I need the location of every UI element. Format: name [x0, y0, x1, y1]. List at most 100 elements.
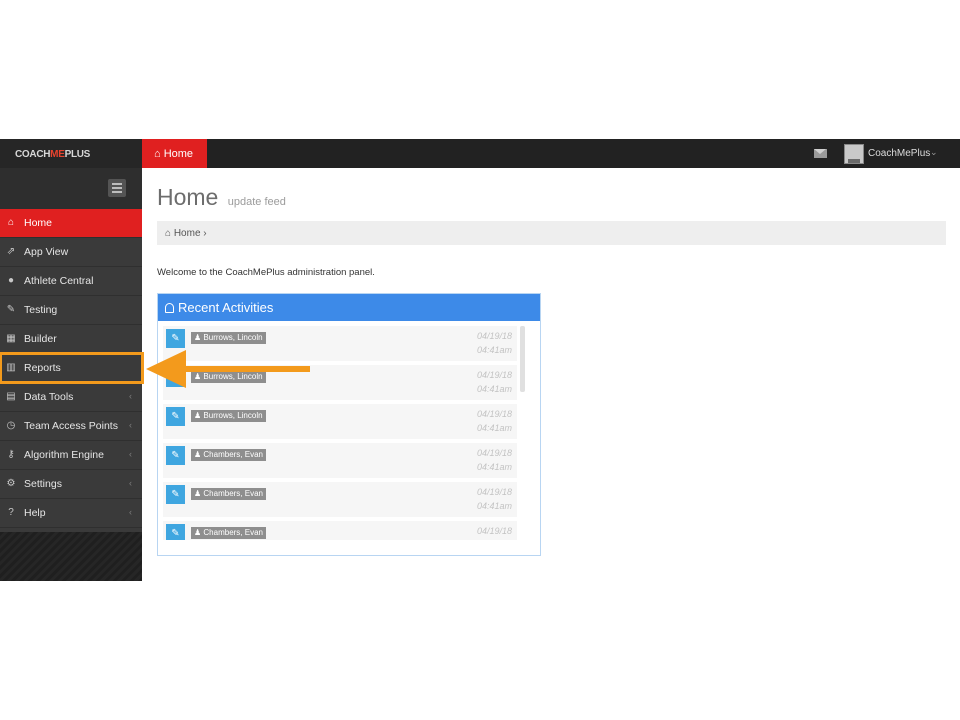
sidebar-item-label: Team Access Points — [24, 420, 118, 432]
chevron-left-icon: ‹ — [129, 478, 132, 488]
pencil-icon[interactable]: ✎ — [166, 524, 185, 540]
breadcrumb: ⌂ Home › — [157, 221, 946, 245]
sidebar-item-label: Builder — [24, 333, 57, 345]
activity-date: 04/19/18 — [476, 331, 512, 341]
athlete-tag[interactable]: ♟ Burrows, Lincoln — [191, 371, 266, 383]
mail-icon[interactable] — [814, 149, 827, 158]
tab-home-label: Home — [163, 148, 194, 160]
athlete-tag[interactable]: ♟ Chambers, Evan — [191, 527, 266, 539]
sidebar-item-settings[interactable]: ⚙ Settings ‹ — [0, 470, 142, 499]
bell-icon — [165, 303, 174, 313]
activity-timestamp: 04/19/18 — [477, 524, 512, 538]
sidebar-item-label: Data Tools — [24, 391, 74, 403]
activity-time: 04:41am — [476, 501, 512, 511]
athlete-name: Burrows, Lincoln — [203, 411, 263, 420]
list-item: ✎ ♟ Chambers, Evan 04/19/18 04:41am — [163, 482, 517, 517]
page-title: Home update feed — [157, 184, 286, 211]
breadcrumb-home-link[interactable]: Home — [174, 228, 201, 239]
pointer-arrow-icon — [146, 350, 186, 388]
sidebar-item-app-view[interactable]: ⇗ App View — [0, 238, 142, 267]
home-icon: ⌂ — [154, 148, 164, 160]
athlete-name: Burrows, Lincoln — [203, 372, 263, 381]
gears-icon: ⚙ — [6, 478, 16, 489]
activity-time: 04:41am — [476, 345, 512, 355]
clock-icon: ◷ — [6, 420, 16, 431]
sidebar-item-label: Testing — [24, 304, 58, 316]
user-icon: ♟ — [194, 489, 204, 498]
activity-time: 04:41am — [476, 384, 512, 394]
table-icon: ▤ — [6, 391, 16, 402]
sidebar-item-team-access-points[interactable]: ◷ Team Access Points ‹ — [0, 412, 142, 441]
top-bar: COACHMEPLUS ⌂ Home CoachMePlus ⌄ — [0, 139, 960, 173]
user-name[interactable]: CoachMePlus — [868, 148, 930, 159]
chevron-left-icon: ‹ — [129, 449, 132, 459]
activity-timestamp: 04/19/18 04:41am — [477, 485, 512, 513]
athlete-tag[interactable]: ♟ Chambers, Evan — [191, 488, 266, 500]
activity-timestamp: 04/19/18 04:41am — [477, 368, 512, 396]
tab-home[interactable]: ⌂ Home — [142, 139, 207, 173]
activity-date: 04/19/18 — [476, 370, 512, 380]
home-icon: ⌂ — [165, 228, 174, 239]
activity-timestamp: 04/19/18 04:41am — [477, 446, 512, 474]
breadcrumb-separator: › — [203, 228, 207, 239]
pencil-icon[interactable]: ✎ — [166, 446, 185, 465]
brand-logo[interactable]: COACHMEPLUS — [0, 139, 142, 168]
chevron-left-icon: ‹ — [129, 391, 132, 401]
list-item: ✎ ♟ Chambers, Evan 04/19/18 04:41am — [163, 443, 517, 478]
sidebar-item-label: Algorithm Engine — [24, 449, 104, 461]
app-window: COACHMEPLUS ⌂ Home CoachMePlus ⌄ ⌂ Home ⇗… — [0, 139, 960, 581]
chevron-down-icon[interactable]: ⌄ — [930, 147, 938, 158]
sidebar-item-label: Help — [24, 507, 46, 519]
sidebar-item-data-tools[interactable]: ▤ Data Tools ‹ — [0, 383, 142, 412]
activity-timestamp: 04/19/18 04:41am — [477, 407, 512, 435]
brand-text-suffix: PLUS — [64, 149, 91, 160]
activity-date: 04/19/18 — [476, 487, 512, 497]
list-item: ✎ ♟ Chambers, Evan 04/19/18 — [163, 521, 517, 540]
menu-line — [112, 183, 122, 185]
edit-icon: ✎ — [6, 304, 16, 315]
page-subtitle: update feed — [227, 196, 286, 208]
pencil-icon[interactable]: ✎ — [166, 485, 185, 504]
brand-text-highlight: ME — [50, 149, 65, 160]
athlete-tag[interactable]: ♟ Chambers, Evan — [191, 449, 266, 461]
sidebar-item-label: Home — [24, 217, 53, 229]
user-icon: ♟ — [194, 450, 204, 459]
recent-activities-panel: Recent Activities ✎ ♟ Burrows, Lincoln 0… — [157, 293, 541, 556]
sidebar-item-label: Athlete Central — [24, 275, 94, 287]
activity-scrollbar[interactable] — [520, 326, 525, 392]
athlete-tag[interactable]: ♟ Burrows, Lincoln — [191, 410, 266, 422]
activity-timestamp: 04/19/18 04:41am — [477, 329, 512, 357]
athlete-name: Chambers, Evan — [203, 450, 263, 459]
reports-highlight-box — [0, 352, 144, 384]
avatar[interactable] — [844, 144, 864, 164]
list-item: ✎ ♟ Burrows, Lincoln 04/19/18 04:41am — [163, 326, 517, 361]
sidebar-item-help[interactable]: ? Help ‹ — [0, 499, 142, 528]
key-icon: ⚷ — [7, 449, 15, 460]
main-content: Home update feed ⌂ Home › Welcome to the… — [142, 168, 960, 581]
pencil-icon[interactable]: ✎ — [166, 329, 185, 348]
pencil-icon[interactable]: ✎ — [166, 407, 185, 426]
activity-date: 04/19/18 — [476, 409, 512, 419]
sidebar-toggle-button[interactable] — [108, 179, 126, 197]
home-icon: ⌂ — [7, 217, 15, 228]
page-title-text: Home — [157, 184, 219, 210]
sidebar-item-testing[interactable]: ✎ Testing — [0, 296, 142, 325]
athlete-name: Chambers, Evan — [203, 528, 263, 537]
brand-text: COACH — [15, 149, 51, 160]
sidebar-item-label: App View — [24, 246, 69, 258]
sidebar-item-home[interactable]: ⌂ Home — [0, 209, 148, 238]
athlete-tag[interactable]: ♟ Burrows, Lincoln — [191, 332, 266, 344]
chevron-left-icon: ‹ — [129, 420, 132, 430]
sidebar-item-builder[interactable]: ▦ Builder — [0, 325, 142, 354]
activity-list[interactable]: ✎ ♟ Burrows, Lincoln 04/19/18 04:41am ✎ ♟… — [163, 326, 517, 540]
sidebar-item-algorithm-engine[interactable]: ⚷ Algorithm Engine ‹ — [0, 441, 142, 470]
sidebar-item-label: Settings — [24, 478, 62, 490]
user-icon: ♟ — [194, 372, 204, 381]
activity-time: 04:41am — [476, 423, 512, 433]
user-icon: ♟ — [194, 411, 204, 420]
user-icon: ♟ — [194, 333, 204, 342]
athlete-name: Burrows, Lincoln — [203, 333, 263, 342]
question-icon: ? — [8, 507, 14, 518]
menu-line — [112, 187, 122, 189]
sidebar-item-athlete-central[interactable]: ● Athlete Central — [0, 267, 142, 296]
